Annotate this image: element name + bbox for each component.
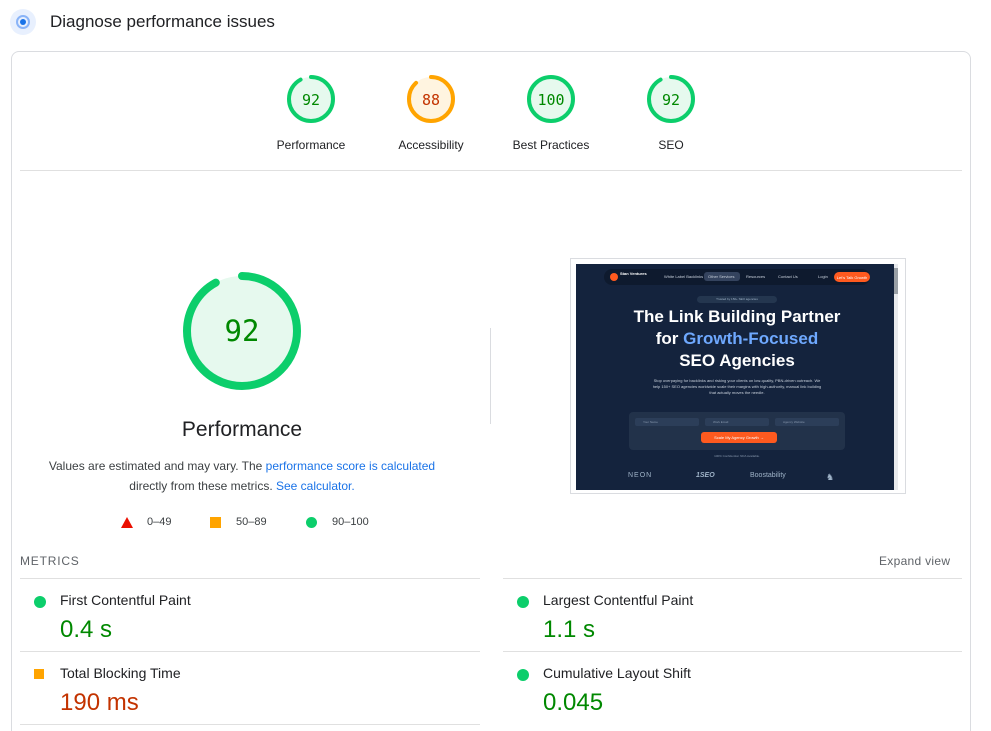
- gauge-ring: 92: [647, 75, 695, 123]
- screenshot-logos: NEON 1SEO Boostability ♞: [576, 470, 898, 484]
- screenshot-cta-label: Let's Talk Growth: [836, 275, 868, 280]
- metric-name: Largest Contentful Paint: [543, 592, 694, 608]
- gauge-label: Performance: [276, 138, 346, 152]
- metric-total-blocking-time: Total Blocking Time 190 ms: [20, 653, 480, 725]
- legend-range: 90–100: [332, 516, 369, 528]
- screenshot-scrollbar: [894, 264, 898, 490]
- score-note: Values are estimated and may vary. The p…: [40, 456, 444, 496]
- screenshot-hero-highlight: Growth-Focused: [683, 329, 819, 348]
- gauge-performance[interactable]: 92 Performance: [251, 75, 371, 160]
- screenshot-field: Your Name: [635, 418, 699, 426]
- metric-value: 190 ms: [60, 689, 139, 716]
- neon-logo: NEON: [628, 472, 653, 479]
- score-legend: 0–49 50–89 90–100: [121, 515, 381, 531]
- legend-range: 50–89: [236, 516, 267, 528]
- page-screenshot: Stan Ventures White Label Backlinks Othe…: [576, 264, 898, 490]
- gauge-score: 92: [302, 91, 320, 109]
- pass-circle-icon: [517, 669, 529, 681]
- legend-range: 0–49: [147, 516, 172, 528]
- see-calculator-link[interactable]: See calculator.: [276, 479, 355, 493]
- gauge-best-practices[interactable]: 100 Best Practices: [491, 75, 611, 160]
- screenshot-tag: Trusted by 150+ SEO agencies: [697, 296, 777, 303]
- gauge-score: 92: [662, 91, 680, 109]
- performance-score-gauge: 92: [183, 272, 301, 390]
- metric-name: Total Blocking Time: [60, 665, 181, 681]
- gauge-ring: 100: [527, 75, 575, 123]
- category-gauges: 92 Performance 88 Accessibility 100 Best…: [0, 0, 991, 170]
- gauge-label: SEO: [658, 138, 684, 152]
- circle-icon: [306, 517, 317, 528]
- pass-circle-icon: [34, 596, 46, 608]
- average-square-icon: [34, 669, 44, 679]
- metric-value: 0.045: [543, 689, 604, 716]
- screenshot-nav-link: Resources: [746, 274, 766, 279]
- metric-name: First Contentful Paint: [60, 592, 191, 608]
- screenshot-nav: Stan Ventures White Label Backlinks Othe…: [604, 269, 870, 285]
- bull-logo-icon: ♞: [826, 472, 835, 482]
- brand-logo-icon: [610, 273, 618, 281]
- performance-score-link[interactable]: performance score is calculated: [266, 459, 435, 473]
- gauge-seo[interactable]: 92 SEO: [611, 75, 731, 160]
- gauge-label: Best Practices: [512, 138, 590, 152]
- screenshot-field: Agency Website: [775, 418, 839, 426]
- screenshot-nav-link: White Label Backlinks: [664, 274, 704, 279]
- screenshot-form-button: Scale My Agency Growth →: [701, 432, 777, 443]
- screenshot-field: Work Email: [705, 418, 769, 426]
- metric-value: 0.4 s: [60, 616, 113, 643]
- gauge-label: Accessibility: [398, 138, 464, 152]
- vertical-separator: [490, 328, 491, 424]
- gauge-score: 88: [422, 91, 440, 109]
- metric-divider: [20, 651, 480, 652]
- metric-divider: [503, 578, 962, 579]
- oneseo-logo: 1SEO: [696, 472, 715, 479]
- performance-score: 92: [225, 314, 260, 348]
- gauge-ring: 92: [287, 75, 335, 123]
- screenshot-hero-line: The Link Building Partner: [633, 307, 841, 326]
- gauge-ring: 88: [407, 75, 455, 123]
- screenshot-fine-print: 100% Confidential. NDA Available.: [714, 454, 760, 458]
- metric-largest-contentful-paint: Largest Contentful Paint 1.1 s: [503, 580, 963, 652]
- metrics-heading: METRICS: [20, 554, 80, 568]
- boostability-logo: Boostability: [750, 472, 786, 479]
- square-icon: [210, 517, 221, 528]
- metric-value: 1.1 s: [543, 616, 596, 643]
- screenshot-brand: Stan Ventures: [620, 271, 647, 276]
- screenshot-hero-text: for: [655, 329, 684, 348]
- metric-cumulative-layout-shift: Cumulative Layout Shift 0.045: [503, 653, 963, 725]
- performance-title: Performance: [181, 418, 303, 441]
- divider: [20, 170, 962, 171]
- screenshot-nav-link: Other Services: [708, 274, 735, 279]
- screenshot-form: Your Name Work Email Agency Website Scal…: [629, 412, 845, 450]
- gauge-score: 100: [537, 91, 564, 109]
- screenshot-hero-line: SEO Agencies: [679, 351, 795, 370]
- metric-first-contentful-paint: First Contentful Paint 0.4 s: [20, 580, 480, 652]
- metric-divider: [20, 578, 480, 579]
- screenshot-subtext: Stop overpaying for backlinks and riskin…: [652, 378, 822, 395]
- screenshot-nav-cta: Let's Talk Growth: [834, 272, 870, 282]
- metric-divider: [503, 651, 962, 652]
- screenshot-hero-line: for Growth-Focused: [576, 328, 898, 350]
- note-text: directly from these metrics.: [129, 479, 276, 493]
- final-screenshot[interactable]: Stan Ventures White Label Backlinks Othe…: [570, 258, 906, 494]
- pass-circle-icon: [517, 596, 529, 608]
- metric-divider: [20, 724, 480, 725]
- screenshot-nav-link: Contact Us: [778, 274, 798, 279]
- gauge-accessibility[interactable]: 88 Accessibility: [371, 75, 491, 160]
- screenshot-nav-link: Login: [818, 274, 828, 279]
- metric-name: Cumulative Layout Shift: [543, 665, 691, 681]
- expand-view-button[interactable]: Expand view: [879, 554, 950, 568]
- note-text: Values are estimated and may vary. The: [48, 459, 266, 473]
- triangle-icon: [121, 517, 133, 528]
